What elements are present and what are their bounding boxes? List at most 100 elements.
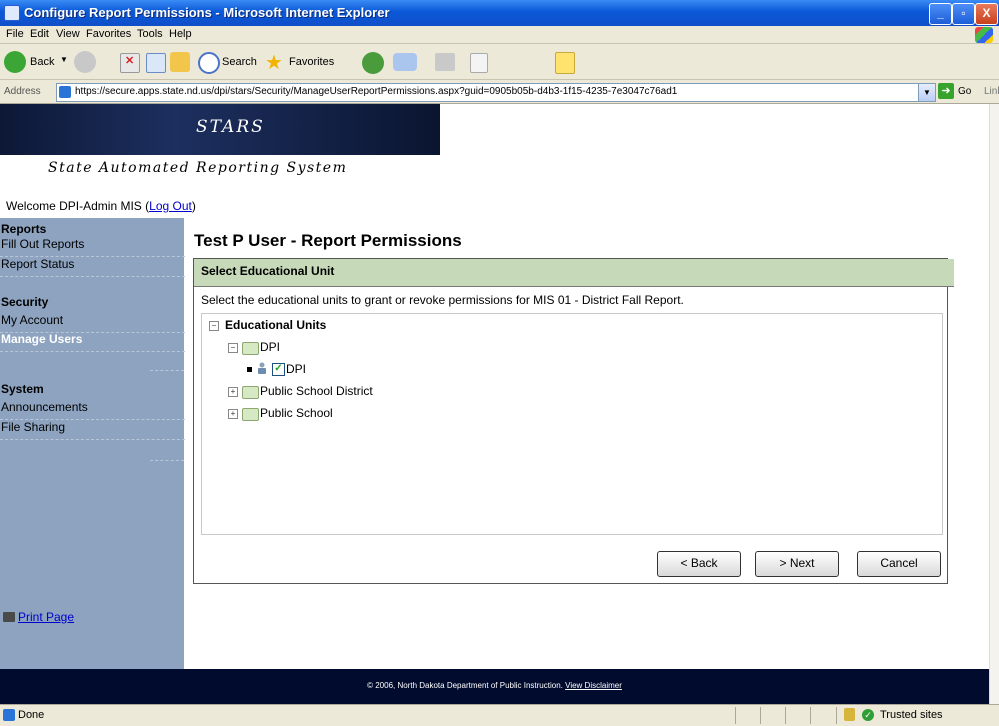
collapse-root-icon[interactable]: − [209,321,219,331]
menu-tools[interactable]: Tools [137,28,163,40]
sidebar-heading-security: Security [1,295,49,309]
tree-node-public-school[interactable]: Public School [260,406,333,420]
sidebar-item-report-status[interactable]: Report Status [0,257,185,277]
sidebar-item-manage-users[interactable]: Manage Users [0,332,185,352]
address-label: Address [4,86,41,97]
menu-file[interactable]: File [6,28,24,40]
tree-node-public-school-district[interactable]: Public School District [260,384,373,398]
maximize-button[interactable]: ▫ [952,3,975,25]
logout-link[interactable]: Log Out [149,199,192,213]
go-arrow-icon: ➜ [938,83,954,99]
sidebar-divider [150,356,184,371]
ie-icon [4,5,20,21]
expand-public-school-district-icon[interactable]: + [228,387,238,397]
close-button[interactable]: X [975,3,998,25]
panel-description: Select the educational units to grant or… [201,293,684,307]
menu-edit[interactable]: Edit [30,28,49,40]
sidebar-item-my-account[interactable]: My Account [0,313,185,333]
status-divider [760,707,761,724]
page-icon [59,86,71,98]
links-label[interactable]: Link [984,86,999,97]
view-disclaimer-link[interactable]: View Disclaimer [565,681,622,690]
stars-banner: STARS State Automated Reporting System [0,104,440,191]
trusted-sites-icon: ✓ [862,709,874,721]
sidebar-divider [150,446,184,461]
refresh-icon[interactable] [146,53,166,73]
back-dropdown-icon: ▼ [60,55,68,64]
welcome-close-paren: ) [191,199,196,213]
menu-bar: File Edit View Favorites Tools Help [0,26,999,44]
menu-favorites[interactable]: Favorites [86,28,131,40]
educational-units-tree: − Educational Units − DPI ✓ DPI + Public… [201,313,943,535]
mail-icon[interactable] [393,53,417,71]
print-page-link[interactable]: Print Page [18,610,74,624]
sidebar-heading-system: System [1,382,44,396]
print-icon[interactable] [435,53,455,71]
page-footer: © 2006, North Dakota Department of Publi… [0,669,989,704]
sidebar-item-fill-out-reports[interactable]: Fill Out Reports [0,237,185,257]
minimize-button[interactable]: _ [929,3,952,25]
page-title: Test P User - Report Permissions [194,231,462,250]
tree-node-dpi[interactable]: DPI [260,340,280,354]
security-zone-text: Trusted sites [880,709,943,721]
user-icon [258,362,266,374]
favorites-button[interactable]: ★ Favorites [265,50,351,74]
stop-icon[interactable]: ✕ [120,53,140,73]
window-title: Configure Report Permissions - Microsoft… [24,5,390,20]
page-done-icon [3,709,15,721]
web-page: STARS State Automated Reporting System W… [0,104,989,704]
collapse-dpi-icon[interactable]: − [228,343,238,353]
welcome-message: Welcome DPI-Admin MIS (Log Out) [6,199,196,213]
dpi-checkbox[interactable]: ✓ [272,363,285,376]
menu-help[interactable]: Help [169,28,192,40]
windows-logo-icon [975,27,993,43]
go-button[interactable]: ➜ Go [938,83,974,100]
address-input[interactable]: https://secure.apps.state.nd.us/dpi/star… [56,83,920,102]
footer-copyright: © 2006, North Dakota Department of Publi… [367,681,563,690]
favorites-label: Favorites [289,56,335,68]
toolbar: Back ▼ ✕ Search ★ Favorites [0,44,999,80]
menu-view[interactable]: View [56,28,80,40]
status-divider [810,707,811,724]
forward-button[interactable] [74,50,114,74]
vertical-scrollbar[interactable] [989,104,999,704]
tree-node-dpi-child[interactable]: DPI [286,362,306,376]
banner-subtitle: State Automated Reporting System [48,160,348,176]
star-icon: ★ [265,52,283,74]
sidebar-item-file-sharing[interactable]: File Sharing [0,420,185,440]
edit-icon[interactable] [470,53,488,73]
search-button[interactable]: Search [198,50,262,74]
address-bar: Address https://secure.apps.state.nd.us/… [0,80,999,104]
panel-title: Select Educational Unit [194,259,954,287]
search-icon [198,52,220,74]
next-button[interactable]: > Next [755,551,839,577]
sidebar: Reports Fill Out Reports Report Status S… [0,218,185,673]
go-label: Go [958,86,972,97]
messenger-icon[interactable] [555,52,575,74]
welcome-text: Welcome DPI-Admin MIS ( [6,199,150,213]
sidebar-heading-reports: Reports [1,222,47,236]
address-dropdown-icon[interactable]: ▼ [918,83,936,102]
status-divider [836,707,837,724]
folder-icon [242,386,259,399]
back-button[interactable]: Back ▼ [4,50,70,74]
forward-arrow-icon [74,51,96,73]
status-divider [735,707,736,724]
sidebar-item-announcements[interactable]: Announcements [0,400,185,420]
window-title-bar: Configure Report Permissions - Microsoft… [0,0,999,26]
status-divider [785,707,786,724]
status-bar: Done ✓ Trusted sites [0,704,999,726]
back-nav-button[interactable]: < Back [657,551,741,577]
printer-icon [3,612,15,622]
back-label: Back [30,56,55,68]
history-icon[interactable] [362,52,384,74]
folder-icon [242,408,259,421]
lock-icon [844,708,855,721]
home-icon[interactable] [170,52,190,72]
expand-public-school-icon[interactable]: + [228,409,238,419]
select-unit-panel: Select Educational Unit Select the educa… [193,258,954,584]
back-arrow-icon [4,51,26,73]
tree-leaf-bullet-icon [247,367,252,372]
cancel-button[interactable]: Cancel [857,551,941,577]
banner-title: STARS [196,117,265,137]
